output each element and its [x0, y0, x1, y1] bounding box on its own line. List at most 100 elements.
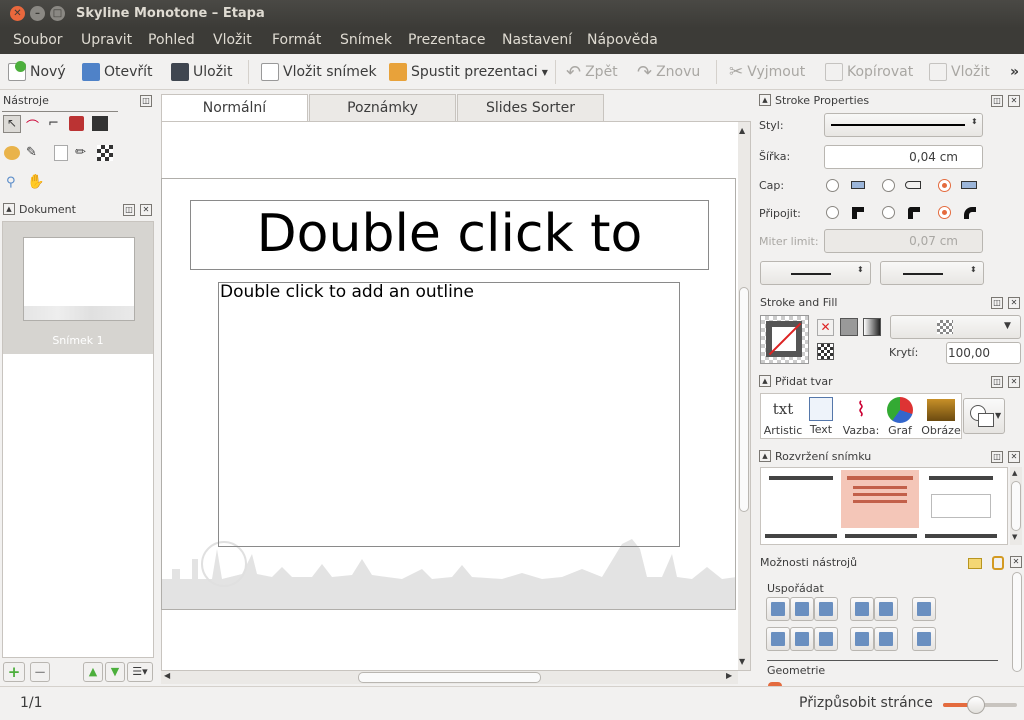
align-vcenter-button[interactable]: [790, 597, 814, 621]
send-backward-button[interactable]: [874, 597, 898, 621]
menu-nastaveni[interactable]: Nastavení: [502, 32, 572, 48]
menu-format[interactable]: Formát: [272, 32, 321, 48]
miter-limit-field[interactable]: 0,07 cm: [824, 229, 983, 253]
align-right-button[interactable]: [814, 627, 838, 651]
zoom-slider-handle[interactable]: [966, 696, 985, 714]
slide-thumbnail-item[interactable]: Snímek 1: [3, 222, 153, 354]
calligraphy-tool-icon[interactable]: ⌐: [48, 116, 59, 131]
more-shapes-button[interactable]: ▼: [963, 398, 1005, 434]
remove-slide-button[interactable]: −: [30, 662, 50, 682]
vertical-scrollbar[interactable]: ▲ ▼: [738, 122, 750, 670]
gradient-tool-icon[interactable]: [4, 146, 20, 160]
start-presentation-button[interactable]: Spustit prezentaci ▼: [389, 62, 548, 82]
collapse-icon[interactable]: ▲: [759, 94, 771, 106]
stroke-style-combo[interactable]: ⬍: [824, 113, 983, 137]
no-fill-icon[interactable]: ✕: [817, 319, 834, 336]
fill-color-combo[interactable]: ▼: [890, 315, 1021, 339]
zoom-mode-label[interactable]: Přizpůsobit stránce: [799, 695, 933, 711]
opacity-field[interactable]: 100,00: [946, 342, 1021, 364]
new-button[interactable]: Nový: [8, 61, 66, 82]
scroll-down-icon[interactable]: ▼: [739, 657, 745, 666]
slide-title-placeholder[interactable]: Double click to: [190, 200, 709, 270]
insert-slide-button[interactable]: Vložit snímek: [261, 62, 377, 82]
align-bottom-button[interactable]: [814, 597, 838, 621]
collapse-icon[interactable]: ▲: [3, 203, 15, 215]
join-bevel-radio[interactable]: [882, 206, 895, 219]
cap-round-radio[interactable]: [882, 179, 895, 192]
end-marker-combo[interactable]: ⬍: [880, 261, 984, 285]
close-panel-icon[interactable]: ✕: [1008, 451, 1020, 463]
fill-tool-icon[interactable]: ✏: [75, 145, 86, 160]
ungroup-button[interactable]: [912, 627, 936, 651]
close-panel-icon[interactable]: ✕: [140, 204, 152, 216]
float-icon[interactable]: ◫: [991, 297, 1003, 309]
toolbar-overflow-button[interactable]: »: [1010, 62, 1019, 82]
select-tool-icon[interactable]: ↖: [3, 115, 21, 133]
zoom-tool-icon[interactable]: ⚲: [6, 175, 16, 190]
bring-forward-button[interactable]: [850, 597, 874, 621]
close-panel-icon[interactable]: ✕: [1008, 376, 1020, 388]
note-tool-icon[interactable]: [54, 145, 68, 161]
group-button[interactable]: [912, 597, 936, 621]
float-icon[interactable]: ◫: [991, 451, 1003, 463]
zoom-slider[interactable]: [943, 696, 1017, 714]
align-left-button[interactable]: [766, 627, 790, 651]
layout-item[interactable]: [845, 534, 917, 540]
collapse-icon[interactable]: ▲: [759, 450, 771, 462]
scroll-up-icon[interactable]: ▲: [739, 126, 745, 135]
shape-artistic-text[interactable]: txt Artistic: [763, 394, 803, 438]
shape-picture[interactable]: Obráze: [921, 394, 961, 438]
slide-canvas[interactable]: Double click to Double click to add an o…: [161, 178, 736, 610]
layout-title-content[interactable]: [841, 470, 919, 528]
menu-pohled[interactable]: Pohled: [148, 32, 195, 48]
pattern-fill-icon[interactable]: [817, 343, 834, 360]
float-icon[interactable]: ◫: [140, 95, 152, 107]
menu-prezentace[interactable]: Prezentace: [408, 32, 485, 48]
cut-button[interactable]: ✂ Vyjmout: [729, 62, 805, 82]
layout-scrollbar[interactable]: ▲ ▼: [1010, 467, 1022, 545]
maximize-icon[interactable]: □: [50, 6, 65, 21]
join-round-radio[interactable]: [938, 206, 951, 219]
cap-flat-radio[interactable]: [826, 179, 839, 192]
align-top-button[interactable]: [766, 597, 790, 621]
layout-title-only[interactable]: [765, 472, 837, 526]
shape-tool-icon[interactable]: [69, 116, 84, 131]
collapse-icon[interactable]: ▲: [759, 375, 771, 387]
float-icon[interactable]: ◫: [991, 95, 1003, 107]
save-button[interactable]: Uložit: [171, 62, 232, 82]
start-marker-combo[interactable]: ⬍: [760, 261, 871, 285]
paste-button[interactable]: Vložit: [929, 62, 990, 82]
shape-text[interactable]: Text: [805, 394, 837, 438]
shape-connector[interactable]: ⌇ Vazba:: [841, 394, 881, 438]
close-icon[interactable]: ✕: [10, 6, 25, 21]
menu-vlozit[interactable]: Vložit: [213, 32, 252, 48]
view-mode-button[interactable]: ☰▾: [127, 662, 153, 682]
float-icon[interactable]: ◫: [123, 204, 135, 216]
tab-notes[interactable]: Poznámky: [309, 94, 456, 121]
pan-tool-icon[interactable]: ✋: [27, 174, 44, 190]
pattern-tool-icon[interactable]: [97, 145, 113, 161]
send-to-back-button[interactable]: [874, 627, 898, 651]
copy-button[interactable]: Kopírovat: [825, 62, 913, 82]
cap-square-radio[interactable]: [938, 179, 951, 192]
slide-outline-placeholder[interactable]: Double click to add an outline: [218, 282, 680, 547]
join-miter-radio[interactable]: [826, 206, 839, 219]
folder-icon[interactable]: [968, 558, 982, 569]
open-button[interactable]: Otevřít: [82, 62, 153, 82]
align-hcenter-button[interactable]: [790, 627, 814, 651]
gradient-fill-icon[interactable]: [863, 318, 881, 336]
path-tool-icon[interactable]: ⌒: [26, 116, 39, 135]
shape-chart[interactable]: Graf: [883, 394, 917, 438]
menu-soubor[interactable]: Soubor: [13, 32, 63, 48]
move-down-button[interactable]: ▼: [105, 662, 125, 682]
close-panel-icon[interactable]: ✕: [1008, 95, 1020, 107]
add-slide-button[interactable]: +: [3, 662, 25, 682]
scroll-up-icon[interactable]: ▲: [1012, 469, 1017, 477]
menu-upravit[interactable]: Upravit: [81, 32, 132, 48]
close-panel-icon[interactable]: ✕: [1008, 297, 1020, 309]
redo-button[interactable]: ↷ Znovu: [637, 62, 700, 83]
bring-to-front-button[interactable]: [850, 627, 874, 651]
layout-item[interactable]: [765, 534, 837, 540]
layout-centered[interactable]: [925, 472, 997, 526]
layout-scroll-thumb[interactable]: [1011, 481, 1021, 531]
